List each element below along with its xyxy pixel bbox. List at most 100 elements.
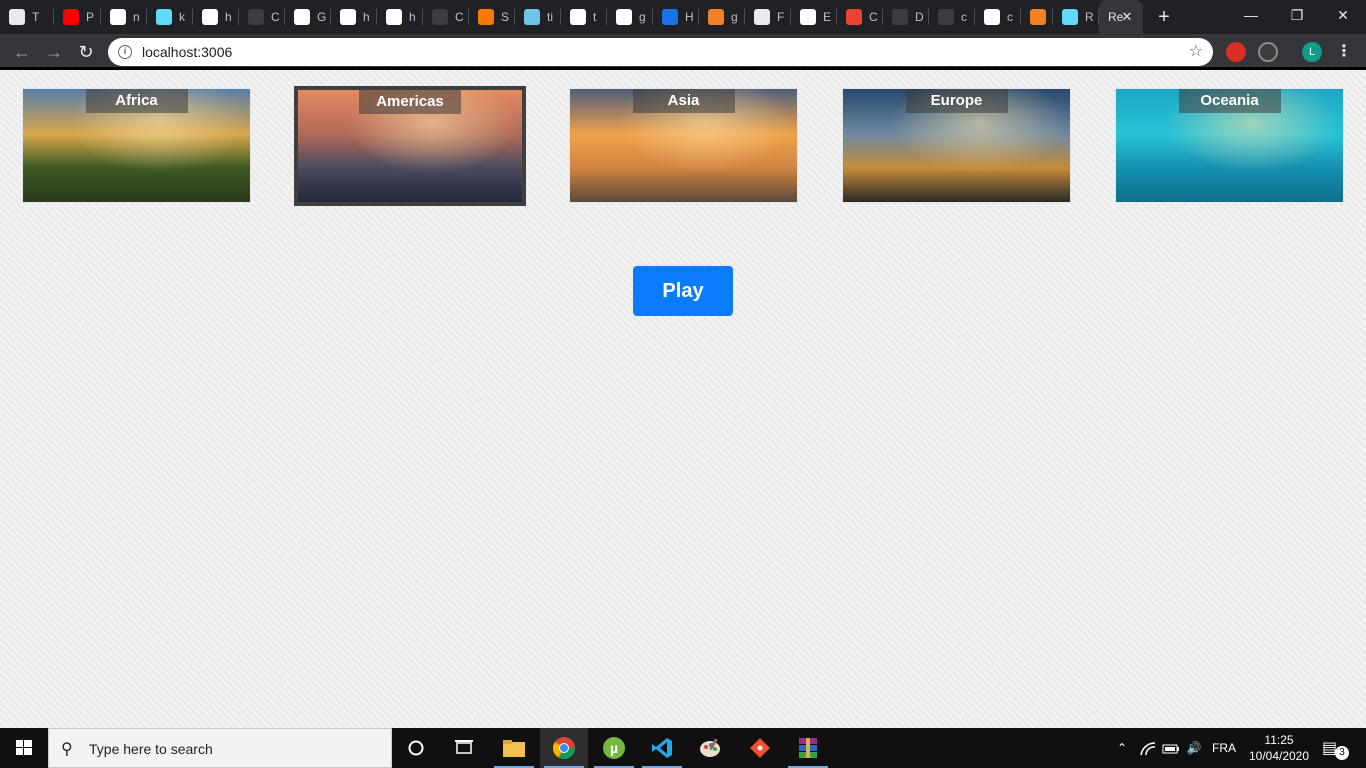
region-label: Asia — [632, 89, 735, 113]
browser-tab[interactable]: H — [653, 0, 699, 34]
braces-icon — [754, 9, 770, 25]
utorrent-icon[interactable]: µ — [590, 728, 638, 768]
close-tab-icon[interactable]: ✕ — [1119, 9, 1135, 25]
github-icon — [938, 9, 954, 25]
cortana-icon[interactable] — [392, 728, 440, 768]
back-icon[interactable]: ← — [8, 38, 36, 66]
close-window-icon[interactable]: ✕ — [1320, 0, 1366, 30]
region-label: Americas — [359, 90, 461, 114]
browser-tab[interactable]: H — [1021, 0, 1053, 34]
network-icon[interactable] — [1138, 728, 1158, 768]
tab-title: C — [271, 10, 280, 24]
github-icon — [892, 9, 908, 25]
address-bar[interactable]: i localhost:3006 ☆ — [108, 38, 1213, 66]
info-icon[interactable]: i — [118, 45, 132, 59]
clock[interactable]: 11:25 10/04/2020 — [1244, 732, 1314, 764]
region-card-europe[interactable]: Europe — [842, 88, 1071, 203]
forward-icon[interactable]: → — [40, 38, 68, 66]
address-url[interactable]: localhost:3006 — [142, 38, 232, 66]
minimize-icon[interactable]: — — [1228, 0, 1274, 30]
browser-tab[interactable]: D — [883, 0, 929, 34]
chrome-taskbar-icon[interactable] — [540, 728, 588, 768]
browser-tab[interactable]: F — [745, 0, 791, 34]
vscode-icon[interactable] — [638, 728, 686, 768]
tab-strip: TPnkhCGhhCStitgHgFECDccHRRe✕+—❐✕ — [0, 0, 1366, 34]
search-icon: ⚲ — [61, 741, 73, 758]
extension-feather-icon[interactable] — [1258, 42, 1278, 62]
volume-icon[interactable]: 🔊 — [1184, 728, 1204, 768]
tab-title: c — [1007, 10, 1013, 24]
tab-title: g — [731, 10, 738, 24]
browser-tab[interactable]: ti — [515, 0, 561, 34]
stackoverflow-icon — [708, 9, 724, 25]
taskbar-search[interactable]: ⚲ Type here to search — [48, 728, 392, 768]
react-icon — [1062, 9, 1078, 25]
react-icon — [156, 9, 172, 25]
tab-title: P — [86, 10, 95, 24]
browser-tab[interactable]: c — [975, 0, 1021, 34]
github-icon — [248, 9, 264, 25]
tab-title: ti — [547, 10, 553, 24]
globe-icon — [800, 9, 816, 25]
tab-title: G — [317, 10, 327, 24]
browser-tab[interactable]: C — [239, 0, 285, 34]
browser-tab[interactable]: E — [791, 0, 837, 34]
extension-adblock-icon[interactable] — [1226, 42, 1246, 62]
browser-tab[interactable]: h — [331, 0, 377, 34]
browser-tab[interactable]: c — [929, 0, 975, 34]
new-tab-icon[interactable]: + — [1152, 5, 1176, 29]
chrome-menu-icon[interactable]: ⋮ — [1336, 40, 1352, 64]
profile-avatar[interactable]: L — [1302, 42, 1322, 62]
region-card-africa[interactable]: Africa — [22, 88, 251, 203]
tab-title: h — [409, 10, 416, 24]
browser-tab[interactable]: S — [469, 0, 515, 34]
browser-tab[interactable]: C — [837, 0, 883, 34]
region-card-americas[interactable]: Americas — [294, 86, 526, 206]
globe-icon — [340, 9, 356, 25]
battery-icon[interactable] — [1160, 728, 1182, 768]
file-explorer-icon[interactable] — [490, 728, 538, 768]
browser-tab[interactable]: R — [1053, 0, 1099, 34]
google-icon — [570, 9, 586, 25]
browser-tab[interactable]: T — [0, 0, 54, 34]
region-label: Africa — [85, 89, 188, 113]
page-icon — [524, 9, 540, 25]
hand-icon — [294, 9, 310, 25]
tab-title: H — [685, 10, 694, 24]
browser-tab[interactable]: C — [423, 0, 469, 34]
browser-tab[interactable]: h — [193, 0, 239, 34]
tab-title: T — [32, 10, 40, 24]
play-button[interactable]: Play — [633, 266, 733, 316]
restore-icon[interactable]: ❐ — [1274, 0, 1320, 30]
notification-center-icon[interactable]: ▤ 3 — [1322, 738, 1349, 760]
browser-tab[interactable]: h — [377, 0, 423, 34]
tab-title: D — [915, 10, 924, 24]
show-hidden-icons-icon[interactable]: ⌃ — [1112, 728, 1132, 768]
windows-start-icon[interactable] — [0, 728, 48, 768]
language-indicator[interactable]: FRA — [1210, 728, 1238, 768]
bookmark-star-icon[interactable]: ☆ — [1189, 38, 1203, 66]
tab-title: c — [961, 10, 967, 24]
winrar-icon[interactable] — [784, 728, 832, 768]
tab-title: F — [777, 10, 785, 24]
region-card-oceania[interactable]: Oceania — [1115, 88, 1344, 203]
browser-tab[interactable]: n — [101, 0, 147, 34]
browser-tab[interactable]: P — [54, 0, 101, 34]
notification-badge: 3 — [1335, 746, 1349, 760]
browser-tab[interactable]: g — [607, 0, 653, 34]
monitor-icon — [9, 9, 25, 25]
browser-tab[interactable]: t — [561, 0, 607, 34]
region-label: Europe — [905, 89, 1008, 113]
tab-title: E — [823, 10, 832, 24]
browser-tab[interactable]: G — [285, 0, 331, 34]
browser-tab[interactable]: g — [699, 0, 745, 34]
browser-tab-active[interactable]: Re ✕ — [1099, 0, 1143, 34]
clock-date: 10/04/2020 — [1248, 749, 1310, 763]
reload-icon[interactable]: ↻ — [72, 38, 100, 66]
browser-tab[interactable]: k — [147, 0, 193, 34]
youtube-icon — [63, 9, 79, 25]
paint-icon[interactable] — [686, 728, 734, 768]
region-card-asia[interactable]: Asia — [569, 88, 798, 203]
task-view-icon[interactable] — [440, 728, 488, 768]
git-icon[interactable] — [736, 728, 784, 768]
